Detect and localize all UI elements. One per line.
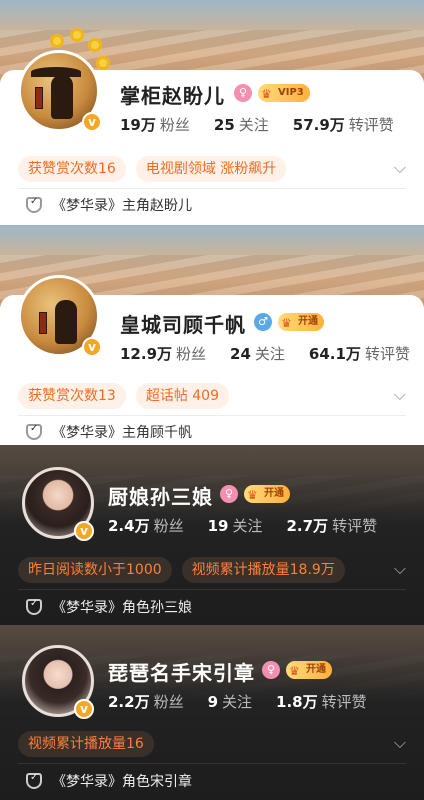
role-row: 《梦华录》角色宋引章 <box>26 771 192 791</box>
stat-likes[interactable]: 64.1万 转评赞 <box>309 343 410 364</box>
male-icon: ♂ <box>254 313 272 331</box>
chevron-down-icon[interactable]: ⌵ <box>394 733 406 753</box>
role-text: 《梦华录》主角赵盼儿 <box>52 198 192 214</box>
stats-row: 12.9万 粉丝 24 关注 64.1万 转评赞 <box>120 343 410 364</box>
role-text: 《梦华录》角色孙三娘 <box>52 600 192 616</box>
stat-likes[interactable]: 57.9万 转评赞 <box>293 114 394 135</box>
crown-icon: ♛ <box>247 488 258 502</box>
stat-followers[interactable]: 12.9万 粉丝 <box>120 343 206 364</box>
profile-name[interactable]: 皇城司顾千帆 <box>120 309 246 338</box>
stats-row: 2.2万 粉丝 9 关注 1.8万 转评赞 <box>108 691 367 712</box>
tag-list: 昨日阅读数小于1000 视频累计播放量18.9万 <box>18 557 345 583</box>
stat-following[interactable]: 9 关注 <box>208 691 252 712</box>
female-icon: ♀ <box>220 485 238 503</box>
role-row: 《梦华录》角色孙三娘 <box>26 597 192 617</box>
profile-card[interactable]: v 掌柜赵盼儿 ♀ ♛ VIP3 19万 粉丝 25 关注 57.9万 转评赞 获赞赏次… <box>0 0 424 225</box>
divider <box>18 415 406 416</box>
shield-icon <box>26 772 42 789</box>
role-row: 《梦华录》主角顾千帆 <box>26 422 192 442</box>
crown-icon: ♛ <box>261 87 272 101</box>
tag-item[interactable]: 获赞赏次数13 <box>18 383 126 409</box>
verified-badge-icon: v <box>74 699 94 719</box>
profile-name[interactable]: 琵琶名手宋引章 <box>108 657 255 686</box>
divider <box>18 589 406 590</box>
profile-card[interactable]: v 厨娘孙三娘 ♀ ♛ 开通 2.4万 粉丝 19 关注 2.7万 转评赞 昨日阅读数小… <box>0 445 424 625</box>
shield-icon <box>26 196 42 213</box>
profile-card[interactable]: v 皇城司顾千帆 ♂ ♛ 开通 12.9万 粉丝 24 关注 64.1万 转评赞 获赞赏… <box>0 225 424 445</box>
tag-item[interactable]: 获赞赏次数16 <box>18 156 126 182</box>
verified-badge-icon: v <box>82 337 102 357</box>
crown-icon: ♛ <box>281 316 292 330</box>
tag-item[interactable]: 超话帖 409 <box>135 383 229 409</box>
role-row: 《梦华录》主角赵盼儿 <box>26 195 192 215</box>
tag-item[interactable]: 视频累计播放量16 <box>18 731 154 757</box>
verified-badge-icon: v <box>82 112 102 132</box>
vip-badge[interactable]: ♛ 开通 <box>286 661 332 679</box>
stat-followers[interactable]: 2.2万 粉丝 <box>108 691 184 712</box>
tag-item[interactable]: 电视剧领域 涨粉飙升 <box>135 156 287 182</box>
stat-followers[interactable]: 2.4万 粉丝 <box>108 515 184 536</box>
stat-following[interactable]: 25 关注 <box>214 114 269 135</box>
profile-card[interactable]: v 琵琶名手宋引章 ♀ ♛ 开通 2.2万 粉丝 9 关注 1.8万 转评赞 视频累计播… <box>0 625 424 800</box>
verified-badge-icon: v <box>74 521 94 541</box>
stat-likes[interactable]: 2.7万 转评赞 <box>286 515 377 536</box>
stat-following[interactable]: 24 关注 <box>230 343 285 364</box>
vip-badge[interactable]: ♛ 开通 <box>278 313 324 331</box>
role-text: 《梦华录》角色宋引章 <box>52 774 192 790</box>
female-icon: ♀ <box>262 661 280 679</box>
stat-followers[interactable]: 19万 粉丝 <box>120 114 190 135</box>
female-icon: ♀ <box>234 84 252 102</box>
tag-item[interactable]: 昨日阅读数小于1000 <box>18 557 172 583</box>
tag-item[interactable]: 视频累计播放量18.9万 <box>181 557 345 583</box>
shield-icon <box>26 598 42 615</box>
stat-likes[interactable]: 1.8万 转评赞 <box>276 691 367 712</box>
stats-row: 19万 粉丝 25 关注 57.9万 转评赞 <box>120 114 394 135</box>
chevron-down-icon[interactable]: ⌵ <box>394 385 406 405</box>
crown-icon: ♛ <box>289 664 300 678</box>
divider <box>18 763 406 764</box>
chevron-down-icon[interactable]: ⌵ <box>394 158 406 178</box>
chevron-down-icon[interactable]: ⌵ <box>394 559 406 579</box>
shield-icon <box>26 423 42 440</box>
tag-list: 获赞赏次数16 电视剧领域 涨粉飙升 <box>18 156 287 182</box>
divider <box>18 188 406 189</box>
vip-badge[interactable]: ♛ 开通 <box>244 485 290 503</box>
tag-list: 获赞赏次数13 超话帖 409 <box>18 383 229 409</box>
vip-badge[interactable]: ♛ VIP3 <box>258 84 310 102</box>
profile-name[interactable]: 厨娘孙三娘 <box>108 481 213 510</box>
stat-following[interactable]: 19 关注 <box>208 515 263 536</box>
tag-list: 视频累计播放量16 <box>18 731 154 757</box>
profile-name[interactable]: 掌柜赵盼儿 <box>120 80 225 109</box>
role-text: 《梦华录》主角顾千帆 <box>52 425 192 441</box>
stats-row: 2.4万 粉丝 19 关注 2.7万 转评赞 <box>108 515 377 536</box>
